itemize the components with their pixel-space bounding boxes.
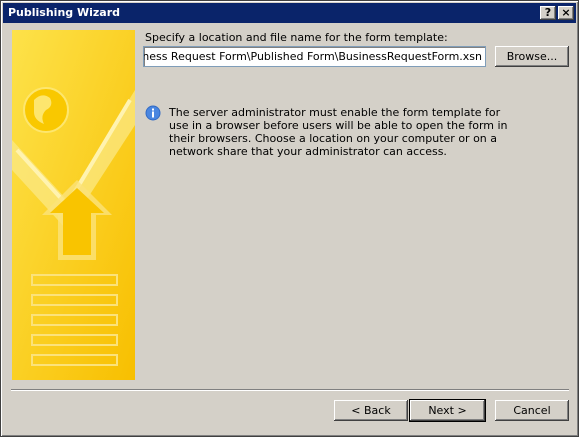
wizard-side-illustration [12, 30, 135, 380]
close-button[interactable]: × [558, 6, 574, 20]
publishing-wizard-window: Publishing Wizard ? × Specify a location… [0, 0, 579, 437]
help-button[interactable]: ? [540, 6, 556, 20]
wizard-art-graphic [12, 30, 135, 380]
browse-button-label: Browse... [506, 50, 558, 63]
cancel-button[interactable]: Cancel [495, 400, 569, 421]
browse-button[interactable]: Browse... [495, 46, 569, 67]
back-button-label: < Back [351, 404, 391, 417]
footer-divider [11, 389, 569, 391]
window-title: Publishing Wizard [8, 6, 121, 19]
next-button[interactable]: Next > [409, 399, 486, 422]
cancel-button-label: Cancel [513, 404, 551, 417]
location-label: Specify a location and file name for the… [145, 31, 448, 44]
info-message: The server administrator must enable the… [169, 106, 508, 158]
file-path-value: cop\Business Request Form\Published Form… [144, 50, 482, 63]
title-bar: Publishing Wizard ? × [3, 3, 576, 23]
back-button[interactable]: < Back [334, 400, 408, 421]
info-icon [145, 105, 161, 121]
next-button-label: Next > [428, 404, 467, 417]
file-path-input[interactable]: cop\Business Request Form\Published Form… [143, 46, 486, 67]
